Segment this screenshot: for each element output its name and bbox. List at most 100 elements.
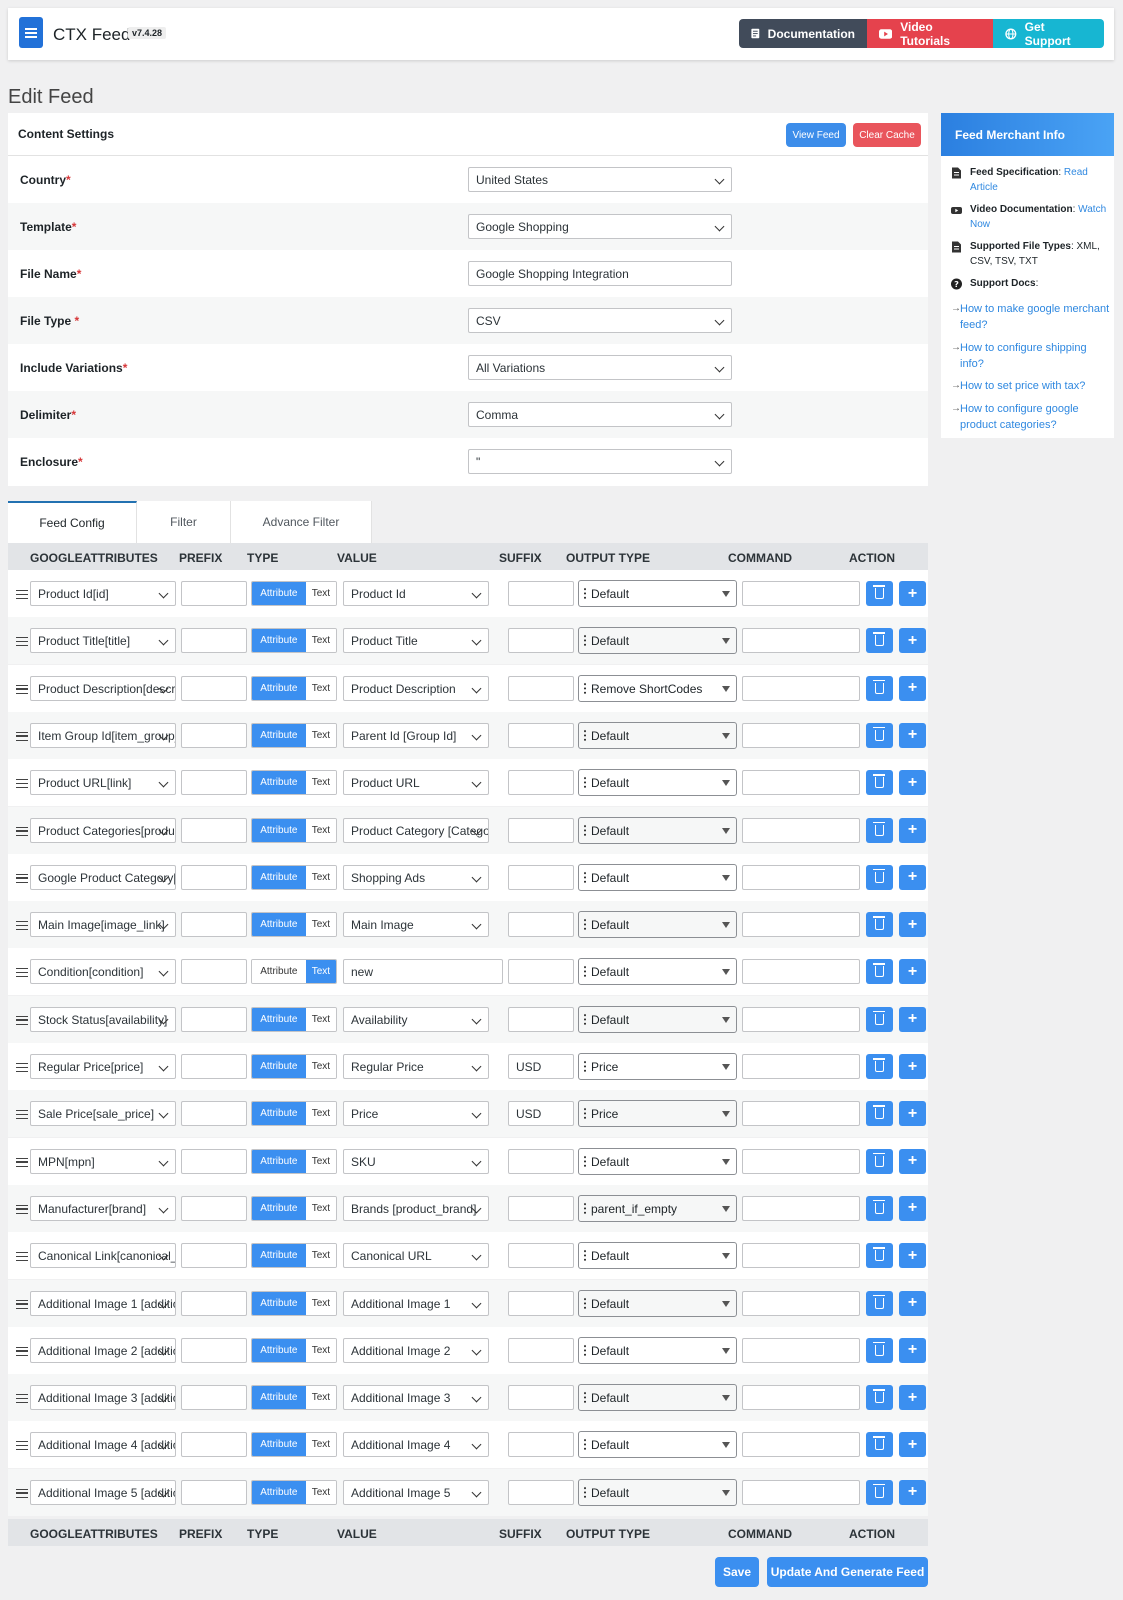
documentation-button[interactable]: Documentation [739,19,867,48]
suffix-input[interactable] [508,628,574,654]
delete-row-button[interactable] [866,1054,893,1079]
prefix-input[interactable] [181,1195,247,1221]
type-attribute-button[interactable]: Attribute [252,1480,306,1504]
value-select[interactable]: Shopping Ads [343,864,489,890]
output-type-select[interactable]: Default [578,1147,737,1175]
value-select[interactable]: Additional Image 3 [343,1385,489,1411]
suffix-input[interactable] [508,1479,574,1505]
prefix-input[interactable] [181,1006,247,1032]
type-text-button[interactable]: Text [305,960,336,984]
type-text-button[interactable]: Text [305,1291,336,1315]
drag-handle-icon[interactable] [16,731,28,741]
command-input[interactable] [742,864,860,890]
type-text-button[interactable]: Text [305,1338,336,1362]
add-row-button[interactable]: + [899,1243,926,1269]
delete-row-button[interactable] [866,1337,893,1363]
type-text-button[interactable]: Text [305,1196,336,1220]
prefix-input[interactable] [181,1054,247,1079]
prefix-input[interactable] [181,722,247,748]
value-select[interactable]: Price [343,1101,489,1127]
tab-advance-filter[interactable]: Advance Filter [231,501,372,543]
output-type-select[interactable]: Default [578,721,737,749]
google-attribute-select[interactable]: Manufacturer[brand] [30,1195,176,1221]
clear-cache-button[interactable]: Clear Cache [853,123,921,147]
suffix-input[interactable] [508,1290,574,1316]
type-attribute-button[interactable]: Attribute [252,1338,306,1362]
type-text-button[interactable]: Text [305,1244,336,1268]
value-select[interactable]: Main Image [343,912,489,938]
drag-handle-icon[interactable] [16,1441,28,1451]
delete-row-button[interactable] [866,1385,893,1411]
command-input[interactable] [742,628,860,654]
drag-handle-icon[interactable] [16,1110,28,1120]
value-select[interactable]: SKU [343,1148,489,1174]
add-row-button[interactable]: + [899,628,926,654]
google-attribute-select[interactable]: Product Categories[product_type] [30,817,176,843]
add-row-button[interactable]: + [899,1148,926,1174]
output-type-select[interactable]: parent_if_empty [578,1194,737,1222]
add-row-button[interactable]: + [899,1195,926,1221]
value-select[interactable]: Product Id [343,581,489,606]
type-attribute-button[interactable]: Attribute [252,1196,306,1220]
suffix-input[interactable] [508,770,574,796]
field-select[interactable]: All Variations [468,355,732,380]
value-select[interactable]: Regular Price [343,1054,489,1079]
delete-row-button[interactable] [866,1006,893,1032]
command-input[interactable] [742,1101,860,1127]
field-select[interactable]: " [468,449,732,474]
add-row-button[interactable]: + [899,817,926,843]
suffix-input[interactable] [508,581,574,606]
add-row-button[interactable]: + [899,864,926,890]
type-text-button[interactable]: Text [305,1149,336,1173]
tab-feed-config[interactable]: Feed Config [8,501,137,543]
drag-handle-icon[interactable] [16,1299,28,1309]
type-text-button[interactable]: Text [305,865,336,889]
type-text-button[interactable]: Text [305,1386,336,1410]
type-text-button[interactable]: Text [305,913,336,937]
type-attribute-button[interactable]: Attribute [252,1102,306,1126]
add-row-button[interactable]: + [899,959,926,985]
value-select[interactable]: Brands [product_brand] [343,1195,489,1221]
command-input[interactable] [742,1148,860,1174]
type-text-button[interactable]: Text [305,1480,336,1504]
output-type-select[interactable]: Price [578,1053,737,1080]
tab-filter[interactable]: Filter [137,501,231,543]
drag-handle-icon[interactable] [16,873,28,883]
type-attribute-button[interactable]: Attribute [252,1386,306,1410]
delete-row-button[interactable] [866,912,893,938]
prefix-input[interactable] [181,912,247,938]
type-attribute-button[interactable]: Attribute [252,818,306,842]
value-select[interactable]: Additional Image 1 [343,1290,489,1316]
command-input[interactable] [742,1006,860,1032]
add-row-button[interactable]: + [899,1054,926,1079]
prefix-input[interactable] [181,1290,247,1316]
type-attribute-button[interactable]: Attribute [252,582,306,605]
prefix-input[interactable] [181,675,247,701]
drag-handle-icon[interactable] [16,1157,28,1167]
google-attribute-select[interactable]: Additional Image 5 [additional_image_lin… [30,1479,176,1505]
suffix-input[interactable] [508,675,574,701]
prefix-input[interactable] [181,1432,247,1458]
drag-handle-icon[interactable] [16,1015,28,1025]
drag-handle-icon[interactable] [16,826,28,836]
suffix-input[interactable] [508,912,574,938]
google-attribute-select[interactable]: Product Title[title] [30,628,176,654]
type-attribute-button[interactable]: Attribute [252,1433,306,1457]
add-row-button[interactable]: + [899,1479,926,1505]
add-row-button[interactable]: + [899,1101,926,1127]
drag-handle-icon[interactable] [16,1252,28,1262]
prefix-input[interactable] [181,864,247,890]
command-input[interactable] [742,1290,860,1316]
drag-handle-icon[interactable] [16,1394,28,1404]
output-type-select[interactable]: Default [578,1478,737,1506]
output-type-select[interactable]: Default [578,1242,737,1270]
output-type-select[interactable]: Default [578,627,737,655]
field-select[interactable]: CSV [468,308,732,333]
prefix-input[interactable] [181,817,247,843]
add-row-button[interactable]: + [899,675,926,701]
suffix-input[interactable] [508,1195,574,1221]
field-select[interactable]: Google Shopping [468,214,732,239]
suffix-input[interactable] [508,959,574,985]
delete-row-button[interactable] [866,722,893,748]
output-type-select[interactable]: Default [578,1289,737,1317]
